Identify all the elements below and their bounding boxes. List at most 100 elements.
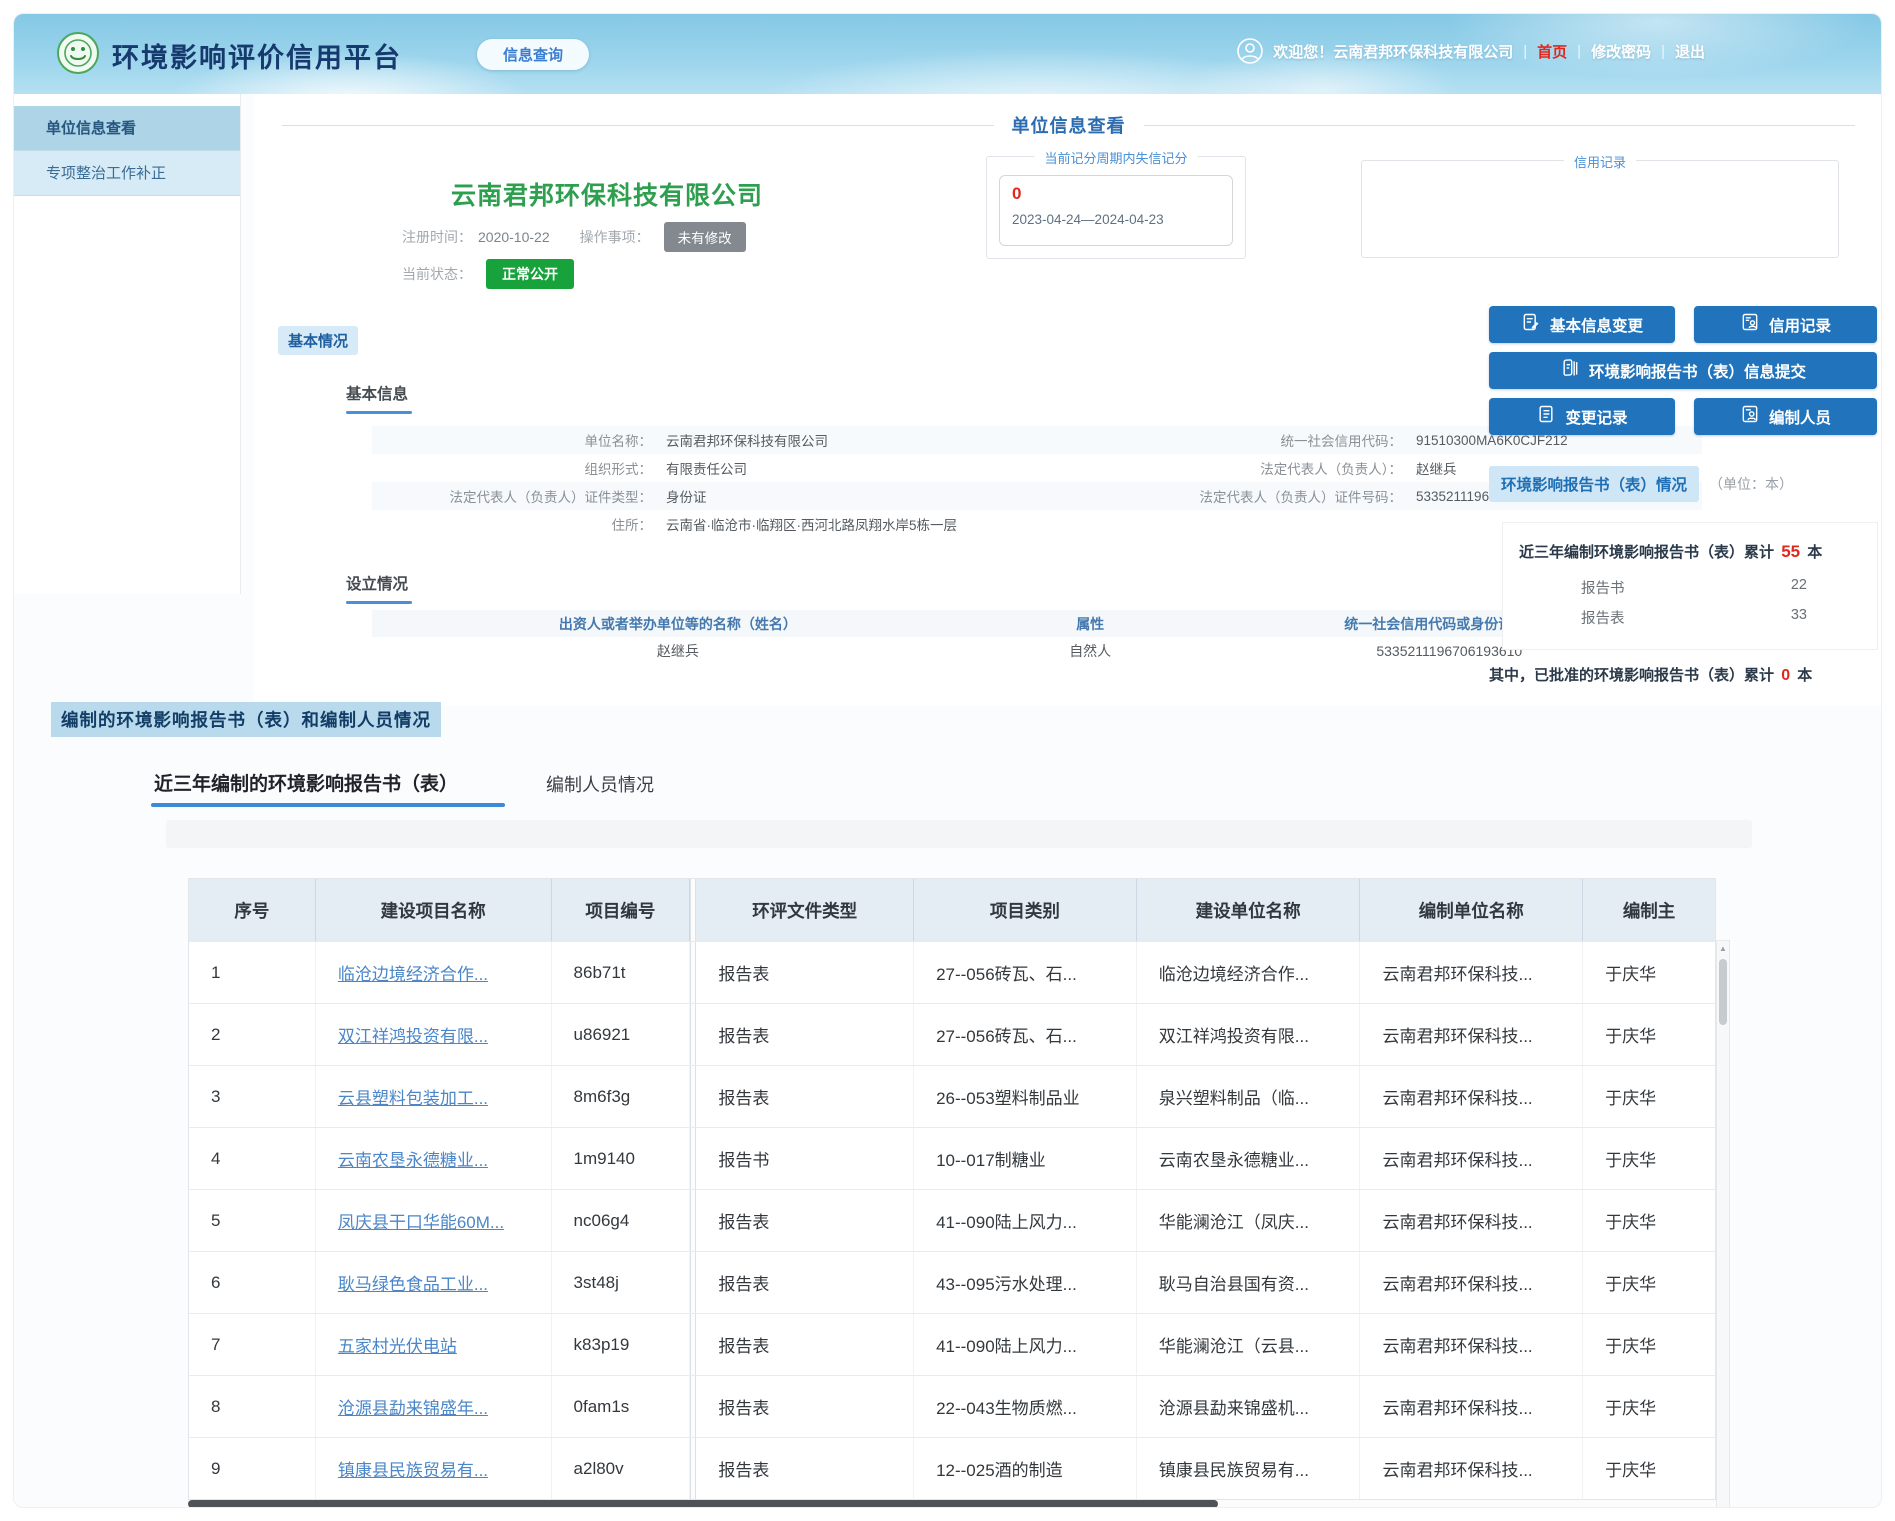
report-table-cell: 7 [189, 1314, 316, 1375]
report-table-cell: 22--043生物质燃... [914, 1376, 1137, 1437]
tab-setup-info[interactable]: 设立情况 [346, 572, 412, 604]
report-table-cell: 报告表 [696, 1066, 914, 1127]
report-table-cell: 于庆华 [1583, 1314, 1715, 1375]
report-table-cell: 报告书 [696, 1128, 914, 1189]
tab-basic-info[interactable]: 基本信息 [346, 382, 412, 414]
project-link[interactable]: 五家村光伏电站 [338, 1332, 457, 1357]
report-table-cell: 26--053塑料制品业 [914, 1066, 1137, 1127]
score-value: 0 [1012, 184, 1220, 204]
table-toolbar-band [166, 820, 1752, 848]
other-prefix: 其中，已批准的环境影响报告书（表）累计 [1489, 667, 1774, 684]
report-table-cell: 6 [189, 1252, 316, 1313]
field-label: 住所： [372, 514, 652, 534]
report-table-cell: 云南君邦环保科技... [1360, 1314, 1583, 1375]
table-row: 6耿马绿色食品工业...3st48j报告表43--095污水处理...耿马自治县… [189, 1251, 1715, 1313]
tab-recent-reports[interactable]: 近三年编制的环境影响报告书（表） [154, 769, 458, 796]
report-table-header-cell: 项目编号 [552, 879, 691, 941]
sidebar-item-1[interactable]: 单位信息查看 [14, 106, 240, 151]
info-query-button[interactable]: 信息查询 [477, 39, 589, 70]
report-table-cell: 8m6f3g [552, 1066, 691, 1127]
report-table-cell: 云南君邦环保科技... [1360, 1252, 1583, 1313]
report-table-cell: 云县塑料包装加工... [316, 1066, 552, 1127]
report-table-cell: 86b71t [552, 942, 691, 1003]
credit-record-fieldset: 信用记录 [1361, 160, 1839, 258]
sidebar-item-2[interactable]: 专项整治工作补正 [14, 151, 240, 196]
staff-button[interactable]: 编制人员 [1694, 398, 1877, 435]
report-table-cell: 报告表 [696, 1438, 914, 1499]
score-box: 0 2023-04-24—2024-04-23 [999, 175, 1233, 246]
report-table-header-cell: 编制单位名称 [1360, 879, 1583, 941]
top-banner: 环境影响评价信用平台 信息查询 欢迎您！云南君邦环保科技有限公司 | 首页|修改… [14, 14, 1881, 94]
project-link[interactable]: 临沧边境经济合作... [338, 960, 488, 985]
basic-info-change-button[interactable]: 基本信息变更 [1489, 306, 1675, 343]
report-table-cell: 镇康县民族贸易有... [1137, 1438, 1361, 1499]
report-table-cell: 5 [189, 1190, 316, 1251]
horizontal-scroll-thumb[interactable] [188, 1500, 1218, 1508]
setup-col-header: 出资人或者举办单位等的名称（姓名） [372, 614, 984, 634]
report-table-cell: 12--025酒的制造 [914, 1438, 1137, 1499]
reports-table: 序号建设项目名称项目编号环评文件类型项目类别建设单位名称编制单位名称编制主 1临… [188, 878, 1716, 1500]
field-value: 云南君邦环保科技有限公司 [652, 430, 1082, 450]
project-link[interactable]: 耿马绿色食品工业... [338, 1270, 488, 1295]
table-row: 7五家村光伏电站k83p19报告表41--090陆上风力...华能澜沧江（云县.… [189, 1313, 1715, 1375]
platform-logo-icon [56, 31, 100, 80]
top-link-3[interactable]: 退出 [1675, 41, 1705, 62]
report-table-cell: a2l80v [552, 1438, 691, 1499]
report-table-cell: 41--090陆上风力... [914, 1314, 1137, 1375]
sidebar: 单位信息查看专项整治工作补正 [14, 94, 241, 594]
credit-record-button[interactable]: 信用记录 [1694, 306, 1877, 343]
status-label: 当前状态： [402, 264, 472, 284]
scroll-up-arrow[interactable]: ▲ [1717, 941, 1729, 956]
tab-underline [346, 411, 412, 414]
report-table-cell: 10--017制糖业 [914, 1128, 1137, 1189]
table-vertical-scrollbar[interactable]: ▲ [1716, 940, 1730, 1508]
link-separator: | [1523, 43, 1527, 60]
vertical-scroll-thumb[interactable] [1719, 959, 1727, 1025]
report-table-cell: 于庆华 [1583, 1438, 1715, 1499]
report-table-cell: 云南君邦环保科技... [1360, 1128, 1583, 1189]
field-label: 统一社会信用代码： [1082, 430, 1402, 450]
project-link[interactable]: 云县塑料包装加工... [338, 1084, 488, 1109]
report-book-icon [1560, 358, 1580, 383]
top-link-2[interactable]: 修改密码 [1591, 41, 1651, 62]
report-table-cell: 临沧边境经济合作... [1137, 942, 1361, 1003]
report-table-cell: 27--056砖瓦、石... [914, 1004, 1137, 1065]
report-submit-button[interactable]: 环境影响报告书（表）信息提交 [1489, 352, 1877, 389]
project-link[interactable]: 沧源县勐来锦盛年... [338, 1394, 488, 1419]
table-row: 5凤庆县干口华能60M...nc06g4报告表41--090陆上风力...华能澜… [189, 1189, 1715, 1251]
report-table-cell: 于庆华 [1583, 1190, 1715, 1251]
stat-label: 报告表 [1581, 607, 1625, 628]
stat-value: 22 [1791, 577, 1807, 598]
setup-cell: 自然人 [984, 641, 1197, 661]
report-status-badge: 环境影响报告书（表）情况 [1489, 466, 1699, 502]
report-table-cell: 报告表 [696, 1252, 914, 1313]
report-table-cell: 报告表 [696, 942, 914, 1003]
report-table-cell: 云南君邦环保科技... [1360, 1190, 1583, 1251]
project-link[interactable]: 凤庆县干口华能60M... [338, 1208, 504, 1233]
table-row: 1临沧边境经济合作...86b71t报告表27--056砖瓦、石...临沧边境经… [189, 941, 1715, 1003]
active-tab-underline [151, 803, 505, 807]
project-link[interactable]: 双江祥鸿投资有限... [338, 1022, 488, 1047]
table-row: 9镇康县民族贸易有...a2l80v报告表12--025酒的制造镇康县民族贸易有… [189, 1437, 1715, 1499]
score-period: 2023-04-24—2024-04-23 [1012, 212, 1220, 227]
top-link-1[interactable]: 首页 [1537, 41, 1567, 62]
change-record-button[interactable]: 变更记录 [1489, 398, 1675, 435]
project-link[interactable]: 云南农垦永德糖业... [338, 1146, 488, 1171]
project-link[interactable]: 镇康县民族贸易有... [338, 1456, 488, 1481]
reg-date-label: 注册时间： [402, 227, 472, 247]
report-table-cell: 耿马自治县国有资... [1137, 1252, 1361, 1313]
other-report-line: 其中，已批准的环境影响报告书（表）累计 0 本 [1489, 664, 1812, 685]
other-count: 0 [1778, 667, 1793, 684]
report-table-cell: k83p19 [552, 1314, 691, 1375]
company-name: 云南君邦环保科技有限公司 [451, 176, 763, 212]
report-table-cell: 泉兴塑料制品（临... [1137, 1066, 1361, 1127]
field-label: 法定代表人（负责人）证件类型： [372, 486, 652, 506]
report-table-cell: u86921 [552, 1004, 691, 1065]
field-value: 有限责任公司 [652, 458, 1082, 478]
report-table-header-cell: 建设单位名称 [1137, 879, 1361, 941]
report-table-cell: 华能澜沧江（凤庆... [1137, 1190, 1361, 1251]
report-table-cell: 于庆华 [1583, 1128, 1715, 1189]
tab-staff-info[interactable]: 编制人员情况 [546, 771, 654, 797]
table-row: 2双江祥鸿投资有限...u86921报告表27--056砖瓦、石...双江祥鸿投… [189, 1003, 1715, 1065]
link-separator: | [1577, 43, 1581, 60]
